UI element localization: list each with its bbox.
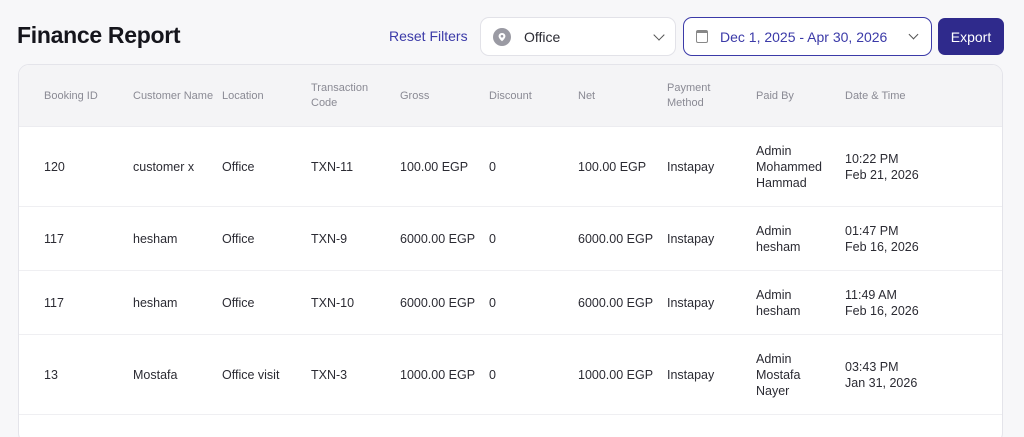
- cell-gross: 6000.00 EGP: [400, 295, 476, 310]
- cell-payment-method: Instapay: [667, 159, 715, 174]
- cell-time: 11:49 AM: [845, 287, 897, 302]
- location-select[interactable]: Office: [480, 17, 676, 56]
- location-select-value: Office: [524, 28, 561, 45]
- cell-payment-method: Instapay: [667, 231, 715, 246]
- cell-paid-by-text: Admin Mohammed Hammad: [756, 143, 822, 190]
- cell-paid-by: Admin hesham: [756, 271, 841, 334]
- cell-transaction-code: TXN-3: [311, 367, 348, 382]
- cell-net: 1000.00 EGP: [578, 367, 654, 382]
- cell-date: Feb 16, 2026: [845, 239, 919, 254]
- table-header: Booking ID Customer Name Location Transacti…: [19, 65, 1002, 127]
- cell-location: Office: [222, 159, 255, 174]
- cell-discount: 0: [489, 367, 496, 382]
- cell-date: Jan 31, 2026: [845, 375, 918, 390]
- cell-location: Office visit: [222, 367, 280, 382]
- cell-paid-by: Admin Mohammed Hammad: [756, 127, 841, 206]
- date-range-value: Dec 1, 2025 - Apr 30, 2026: [720, 28, 888, 45]
- cell-booking-id: 117: [44, 231, 64, 246]
- cell-paid-by-text: Admin hesham: [756, 223, 801, 254]
- header-col-gross: Gross: [400, 89, 430, 102]
- cell-gross: 6000.00 EGP: [400, 231, 476, 246]
- cell-date-time: 03:43 PM Jan 31, 2026: [845, 335, 965, 414]
- cell-date: Feb 21, 2026: [845, 167, 919, 182]
- table-row[interactable]: 120 customer x Office TXN-11 100.00 EGP 0 100.…: [19, 127, 1002, 207]
- location-pin-icon: [493, 27, 511, 46]
- cell-date-time: 11:49 AM Feb 16, 2026: [845, 271, 965, 334]
- header-col-booking-id: Booking ID: [44, 89, 98, 102]
- cell-time: 01:47 PM: [845, 223, 899, 238]
- cell-paid-by-text: Admin Mostafa Nayer: [756, 351, 801, 398]
- chevron-down-icon: [908, 29, 919, 40]
- cell-transaction-code: TXN-9: [311, 231, 348, 246]
- table-row[interactable]: 117 hesham Office TXN-10 6000.00 EGP 0 6000.00…: [19, 271, 1002, 335]
- header-col-payment-method: Payment Method: [667, 82, 711, 109]
- cell-location: Office: [222, 295, 255, 310]
- cell-date: Feb 16, 2026: [845, 303, 919, 318]
- header-col-location: Location: [222, 89, 264, 102]
- cell-booking-id: 13: [44, 367, 58, 382]
- header-col-net: Net: [578, 89, 596, 102]
- finance-table: Booking ID Customer Name Location Transacti…: [18, 64, 1003, 437]
- cell-time: 03:43 PM: [845, 359, 899, 374]
- chevron-down-icon: [653, 28, 665, 41]
- cell-gross: 1000.00 EGP: [400, 367, 476, 382]
- cell-payment-method: Instapay: [667, 295, 715, 310]
- cell-net: 6000.00 EGP: [578, 295, 654, 310]
- cell-discount: 0: [489, 159, 496, 174]
- cell-location: Office: [222, 231, 255, 246]
- cell-discount: 0: [489, 231, 496, 246]
- page-title: Finance Report: [17, 22, 181, 48]
- date-range-select[interactable]: Dec 1, 2025 - Apr 30, 2026: [683, 17, 932, 56]
- cell-customer-name: Mostafa: [133, 367, 178, 382]
- header-col-discount: Discount: [489, 89, 532, 102]
- calendar-icon: [696, 30, 708, 43]
- cell-transaction-code: TXN-11: [311, 159, 354, 174]
- cell-customer-name: hesham: [133, 231, 178, 246]
- header-col-paid-by: Paid By: [756, 89, 794, 102]
- cell-date-time: 01:47 PM Feb 16, 2026: [845, 207, 965, 270]
- cell-discount: 0: [489, 295, 496, 310]
- header-col-transaction-code: Transaction Code: [311, 82, 369, 109]
- cell-customer-name: hesham: [133, 295, 178, 310]
- header-col-date-time: Date & Time: [845, 89, 906, 102]
- export-button[interactable]: Export: [938, 18, 1004, 55]
- table-row[interactable]: 117 hesham Office TXN-9 6000.00 EGP 0 6000.00 …: [19, 207, 1002, 271]
- cell-gross: 100.00 EGP: [400, 159, 469, 174]
- cell-paid-by: Admin hesham: [756, 207, 841, 270]
- reset-filters-link[interactable]: Reset Filters: [389, 28, 468, 44]
- table-row[interactable]: 13 Mostafa Office visit TXN-3 1000.00 EGP 0 10…: [19, 335, 1002, 415]
- cell-time: 10:22 PM: [845, 151, 899, 166]
- cell-net: 6000.00 EGP: [578, 231, 654, 246]
- cell-paid-by-text: Admin hesham: [756, 287, 801, 318]
- cell-payment-method: Instapay: [667, 367, 715, 382]
- cell-booking-id: 117: [44, 295, 64, 310]
- cell-transaction-code: TXN-10: [311, 295, 355, 310]
- cell-date-time: 10:22 PM Feb 21, 2026: [845, 127, 965, 206]
- cell-customer-name: customer x: [133, 159, 195, 174]
- cell-booking-id: 120: [44, 159, 65, 174]
- header-col-customer-name: Customer Name: [133, 89, 214, 102]
- cell-net: 100.00 EGP: [578, 159, 647, 174]
- cell-paid-by: Admin Mostafa Nayer: [756, 335, 841, 414]
